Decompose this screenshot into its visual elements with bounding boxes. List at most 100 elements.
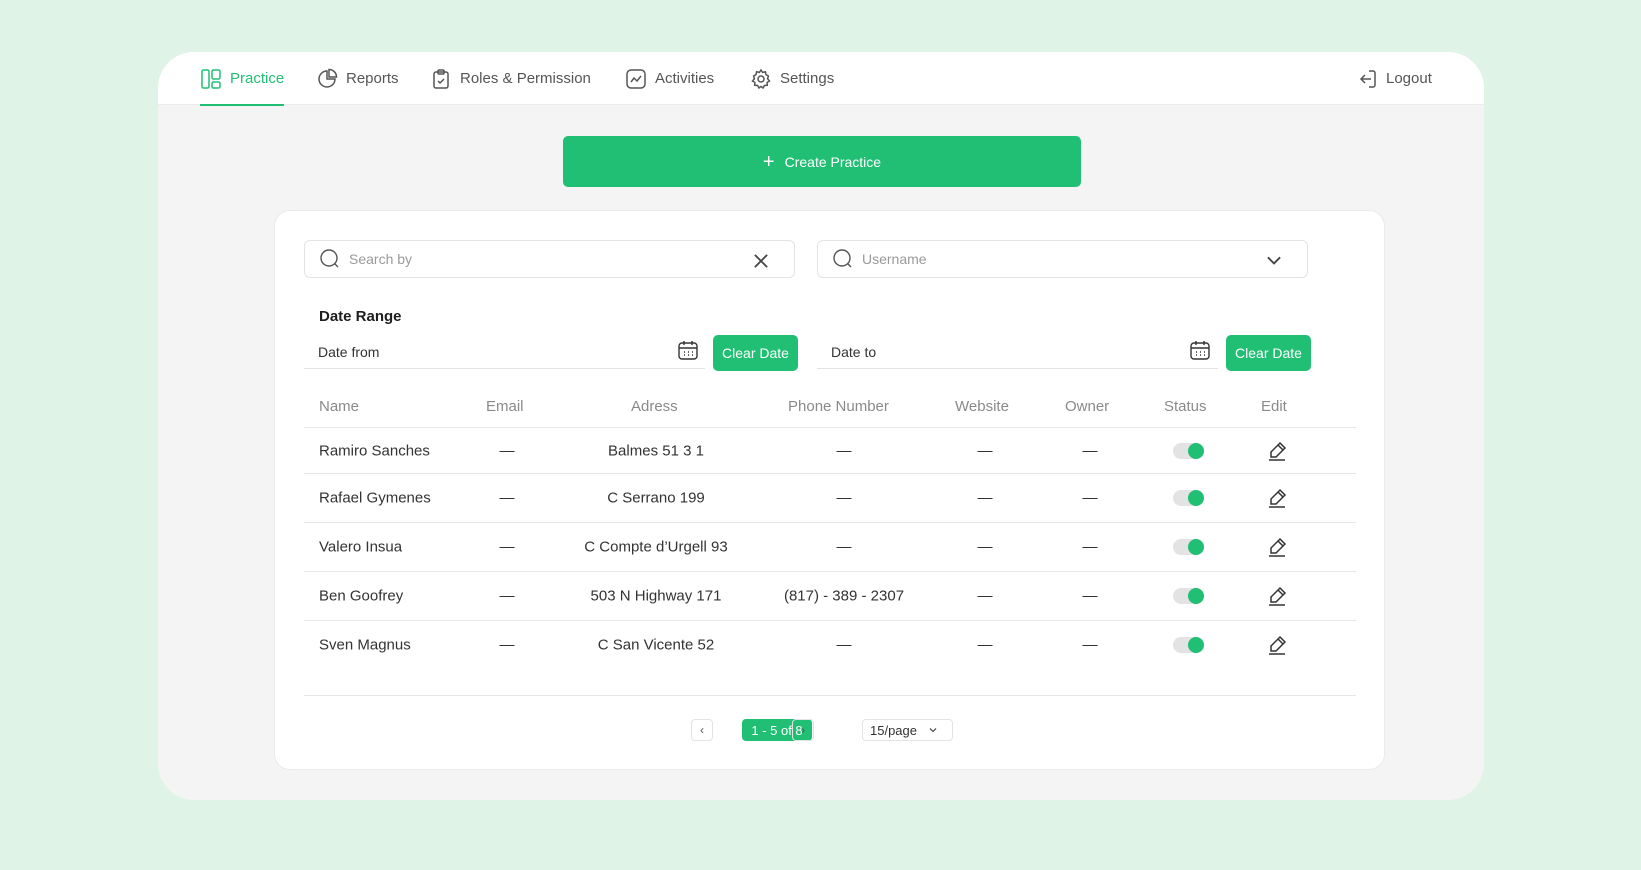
cell-address: Balmes 51 3 1	[608, 442, 704, 459]
logout-button[interactable]: Logout	[1356, 52, 1432, 105]
column-header-status[interactable]: Status	[1164, 398, 1207, 415]
search-icon	[833, 249, 852, 268]
status-toggle[interactable]	[1173, 539, 1204, 555]
column-header-edit: Edit	[1261, 398, 1287, 415]
pagination-next-button[interactable]: ›	[792, 719, 814, 741]
gear-icon	[751, 68, 771, 89]
edit-icon[interactable]	[1266, 440, 1288, 462]
column-header-address[interactable]: Adress	[631, 398, 678, 415]
cell-owner: —	[1082, 538, 1098, 556]
tab-practice-label: Practice	[230, 70, 285, 87]
cell-website: —	[977, 538, 993, 556]
pagination-prev-button[interactable]: ‹	[691, 719, 713, 741]
activity-chart-icon	[626, 68, 646, 89]
status-toggle[interactable]	[1173, 588, 1204, 604]
status-toggle[interactable]	[1173, 637, 1204, 653]
pie-chart-icon	[318, 68, 338, 88]
toggle-knob	[1188, 637, 1204, 653]
edit-icon[interactable]	[1266, 585, 1288, 607]
clear-date-label: Clear Date	[1235, 345, 1302, 361]
cell-name: Ben Goofrey	[319, 587, 404, 605]
cell-owner: —	[1082, 636, 1098, 654]
tab-settings-label: Settings	[780, 70, 835, 87]
cell-address: C Compte d’Urgell 93	[584, 538, 728, 556]
cell-owner: —	[1082, 442, 1098, 459]
search-input[interactable]: Search by	[304, 240, 795, 278]
edit-icon[interactable]	[1266, 487, 1288, 509]
table-row: Ben Goofrey — 503 N Highway 171 (817) - 389…	[304, 571, 1356, 620]
table-row: Ramiro Sanches — Balmes 51 3 1 — — —	[304, 427, 1356, 473]
status-toggle[interactable]	[1173, 442, 1204, 459]
toggle-knob	[1188, 490, 1204, 506]
edit-icon[interactable]	[1266, 536, 1288, 558]
username-placeholder: Username	[862, 251, 927, 267]
cell-owner: —	[1082, 587, 1098, 605]
cell-email: —	[499, 587, 515, 605]
cell-name: Sven Magnus	[319, 636, 411, 654]
cell-name: Ramiro Sanches	[319, 442, 430, 459]
table-row: Sven Magnus — C San Vicente 52 — — —	[304, 620, 1356, 669]
close-icon[interactable]	[750, 250, 772, 272]
column-header-phone[interactable]: Phone Number	[788, 398, 889, 415]
layout-icon	[201, 68, 221, 89]
cell-email: —	[499, 489, 515, 507]
table-row: Valero Insua — C Compte d’Urgell 93 — — —	[304, 522, 1356, 571]
search-placeholder: Search by	[349, 251, 413, 267]
column-header-name[interactable]: Name	[319, 398, 359, 415]
edit-icon[interactable]	[1266, 634, 1288, 656]
clear-date-label: Clear Date	[722, 345, 789, 361]
toggle-knob	[1188, 588, 1204, 604]
cell-phone: (817) - 389 - 2307	[783, 587, 905, 605]
chevron-left-icon: ‹	[700, 723, 704, 737]
column-header-website[interactable]: Website	[955, 398, 1009, 415]
app-window: Practice Reports Roles & Permission Acti…	[158, 52, 1484, 800]
page-size-select[interactable]: 15/page	[862, 719, 953, 741]
page-size-label: 15/page	[870, 722, 917, 738]
tab-activities[interactable]: Activities	[625, 52, 714, 105]
date-to-label: Date to	[831, 344, 877, 360]
date-to-field[interactable]: Date to	[817, 336, 1218, 369]
cell-address: 503 N Highway 171	[590, 587, 722, 605]
date-range-title: Date Range	[319, 308, 402, 325]
logout-label: Logout	[1386, 70, 1432, 87]
tab-reports-label: Reports	[346, 70, 399, 87]
cell-phone: —	[836, 489, 852, 507]
column-header-owner[interactable]: Owner	[1065, 398, 1109, 415]
cell-phone: —	[836, 636, 852, 654]
table-bottom-divider	[304, 695, 1356, 696]
tab-roles-permission[interactable]: Roles & Permission	[430, 52, 591, 105]
logout-icon	[1359, 69, 1376, 88]
date-from-field[interactable]: Date from	[304, 336, 705, 369]
tab-settings[interactable]: Settings	[750, 52, 834, 105]
column-header-email[interactable]: Email	[486, 398, 524, 415]
cell-address: C San Vicente 52	[597, 636, 715, 654]
tab-practice[interactable]: Practice	[200, 52, 285, 106]
table-row: Rafael Gymenes — C Serrano 199 — — —	[304, 473, 1356, 522]
clipboard-check-icon	[433, 68, 449, 89]
toggle-knob	[1188, 539, 1204, 555]
chevron-down-icon	[929, 728, 937, 733]
cell-name: Valero Insua	[319, 538, 403, 556]
cell-email: —	[499, 538, 515, 556]
chevron-right-icon: ›	[801, 723, 805, 737]
create-practice-button[interactable]: + Create Practice	[563, 136, 1081, 187]
chevron-down-icon	[1267, 256, 1281, 265]
cell-name: Rafael Gymenes	[319, 489, 431, 507]
cell-email: —	[499, 442, 515, 459]
clear-date-from-button[interactable]: Clear Date	[713, 335, 798, 371]
cell-website: —	[977, 636, 993, 654]
tab-activities-label: Activities	[655, 70, 715, 87]
status-toggle[interactable]	[1173, 490, 1204, 506]
toggle-knob	[1188, 442, 1204, 459]
plus-icon: +	[762, 150, 775, 173]
cell-website: —	[977, 489, 993, 507]
tab-reports[interactable]: Reports	[316, 52, 399, 105]
create-practice-label: Create Practice	[784, 153, 882, 170]
calendar-icon[interactable]	[1189, 339, 1211, 361]
cell-phone: —	[836, 442, 852, 459]
username-select[interactable]: Username	[817, 240, 1308, 278]
calendar-icon[interactable]	[677, 339, 699, 361]
clear-date-to-button[interactable]: Clear Date	[1226, 335, 1311, 371]
cell-email: —	[499, 636, 515, 654]
cell-website: —	[977, 442, 993, 459]
